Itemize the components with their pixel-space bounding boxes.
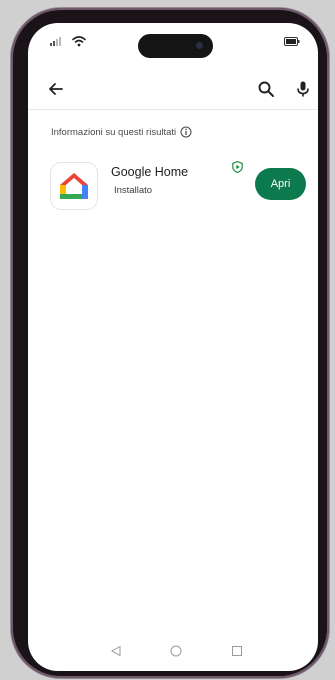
app-result-item[interactable]: Google Home Installato Apri [28,156,318,216]
results-info-label: Informazioni su questi risultati [51,126,177,138]
status-bar [28,23,318,63]
app-install-status: Installato [114,185,153,196]
device-mockup: Informazioni su questi risultati Google … [0,0,335,680]
app-icon[interactable] [51,163,97,209]
app-name: Google Home [111,165,189,179]
wifi-icon [72,36,86,47]
nav-recents-icon[interactable] [231,645,243,657]
front-camera [196,42,203,49]
google-home-icon [60,173,88,199]
system-nav-bar [28,633,318,671]
nav-home-icon[interactable] [170,645,182,657]
search-top-bar [28,73,318,110]
mic-icon[interactable] [293,79,313,99]
phone-screen: Informazioni su questi risultati Google … [28,23,318,671]
battery-icon [284,37,300,46]
play-protect-icon [232,161,243,173]
camera-notch [138,34,213,58]
info-icon[interactable] [180,126,192,138]
open-app-button[interactable]: Apri [255,168,306,200]
signal-icon [50,37,61,46]
search-icon[interactable] [256,79,276,99]
nav-back-icon[interactable] [110,645,122,657]
back-arrow-icon[interactable] [46,79,66,99]
results-info[interactable]: Informazioni su questi risultati [51,124,192,140]
